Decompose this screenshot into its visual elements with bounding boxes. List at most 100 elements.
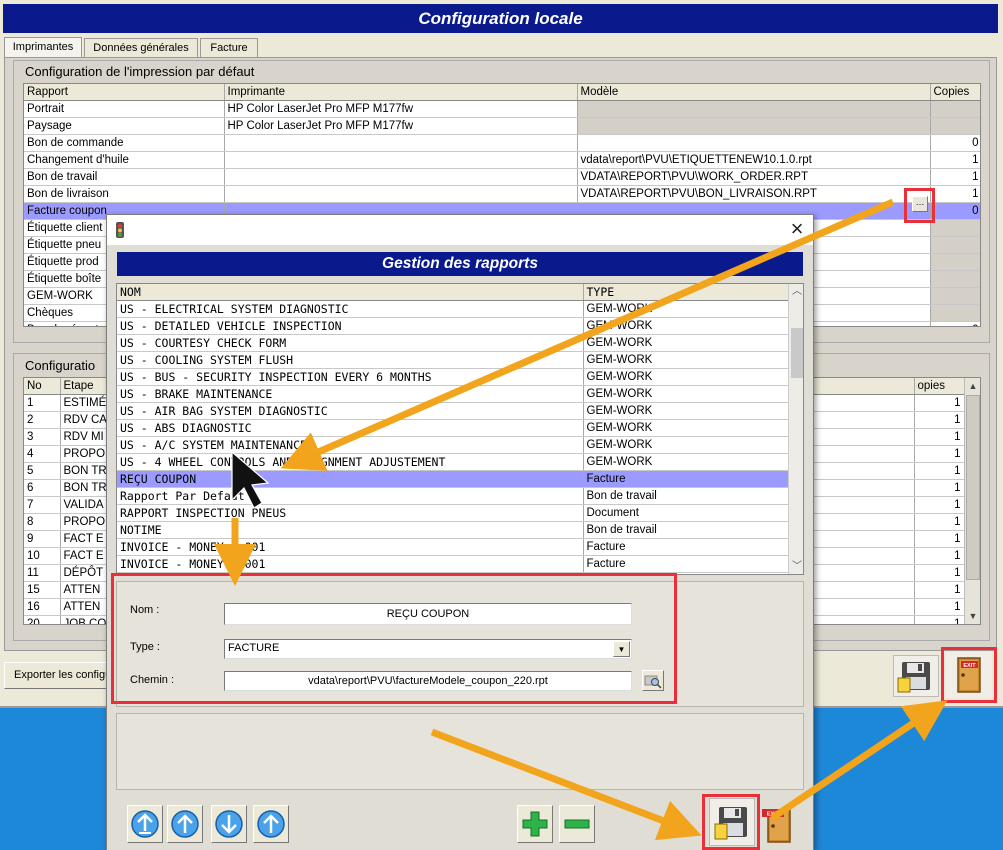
nav-last-button[interactable] (253, 805, 289, 843)
print-cell-report[interactable]: Paysage (24, 117, 225, 135)
print-row[interactable]: Paysage HP Color LaserJet Pro MFP M177fw (24, 117, 980, 135)
print-cell-copies[interactable] (930, 236, 980, 254)
report-list-item[interactable]: US - DETAILED VEHICLE INSPECTION GEM-WORK (117, 317, 789, 335)
print-row[interactable]: Changement d'huile vdata\report\PVU\ETIQU… (24, 151, 980, 169)
config-cell-no[interactable]: 10 (24, 547, 61, 565)
print-cell-printer[interactable]: HP Color LaserJet Pro MFP M177fw (224, 100, 578, 118)
config-cell-no[interactable]: 20 (24, 615, 61, 624)
report-list-item[interactable]: US - BRAKE MAINTENANCE GEM-WORK (117, 385, 789, 403)
print-cell-model[interactable] (577, 117, 931, 135)
print-cell-copies[interactable] (930, 219, 980, 237)
config-cell-no[interactable]: 15 (24, 581, 61, 599)
report-list-item[interactable]: US - COURTESY CHECK FORM GEM-WORK (117, 334, 789, 352)
config-cell-no[interactable]: 2 (24, 411, 61, 429)
scroll-down-arrow-icon[interactable]: ▼ (965, 608, 980, 624)
report-list-item[interactable]: INVOICE - MONEY - 001Facture (117, 538, 789, 556)
print-cell-copies[interactable]: 0 (930, 134, 980, 152)
print-cell-report[interactable]: Bon de livraison (24, 185, 225, 203)
config-cell-no[interactable]: 8 (24, 513, 61, 531)
print-cell-model[interactable]: VDATA\REPORT\PVU\WORK_ORDER.RPT (577, 168, 931, 186)
config-cell-copies[interactable]: 1 (914, 462, 965, 480)
print-cell-printer[interactable] (224, 151, 578, 169)
config-cell-no[interactable]: 6 (24, 479, 61, 497)
report-list-item[interactable]: US - 4 WHEEL CONTROLS AND ALIGNMENT ADJU… (117, 453, 789, 471)
print-cell-printer[interactable] (224, 185, 578, 203)
tab-imprimantes[interactable]: Imprimantes (4, 37, 82, 57)
config-cell-no[interactable]: 4 (24, 445, 61, 463)
print-cell-copies[interactable] (930, 253, 980, 271)
report-list-item[interactable]: Rapport Par Defaut Bon de travail (117, 487, 789, 505)
tab-donnees-generales[interactable]: Données générales (84, 38, 198, 57)
scroll-thumb[interactable] (966, 395, 980, 580)
print-cell-copies[interactable] (930, 287, 980, 305)
list-header-nom[interactable]: NOM (117, 284, 584, 301)
config-cell-copies[interactable]: 1 (914, 496, 965, 514)
print-cell-model[interactable]: vdata\report\PVU\ETIQUETTENEW10.1.0.rpt (577, 151, 931, 169)
report-list-item[interactable]: US - ELECTRICAL SYSTEM DIAGNOSTIC GEM-WOR… (117, 300, 789, 318)
config-cell-copies[interactable]: 1 (914, 615, 965, 624)
print-cell-printer[interactable] (224, 168, 578, 186)
config-cell-no[interactable]: 5 (24, 462, 61, 480)
col-header-copies[interactable]: Copies (930, 84, 980, 101)
print-row[interactable]: Bon de livraison VDATA\REPORT\PVU\BON_LIV… (24, 185, 980, 203)
scroll-thumb[interactable] (791, 328, 803, 378)
print-cell-printer[interactable] (224, 134, 578, 152)
col-header-rapport[interactable]: Rapport (24, 84, 225, 101)
report-list-item[interactable]: US - A/C SYSTEM MAINTENANCE GEM-WORK (117, 436, 789, 454)
config-cell-copies[interactable]: 1 (914, 581, 965, 599)
config-cell-copies[interactable]: 1 (914, 513, 965, 531)
scroll-up-chevron-icon[interactable]: ︿ (789, 284, 803, 300)
print-cell-copies[interactable]: 0 (930, 321, 980, 326)
print-cell-copies[interactable]: 1 (930, 151, 980, 169)
print-cell-report[interactable]: Portrait (24, 100, 225, 118)
config-cell-copies[interactable]: 1 (914, 598, 965, 616)
report-list[interactable]: NOM TYPE US - ELECTRICAL SYSTEM DIAGNOST… (116, 283, 804, 575)
report-list-item[interactable]: US - BUS - SECURITY INSPECTION EVERY 6 M… (117, 368, 789, 386)
print-cell-copies[interactable] (930, 117, 980, 135)
export-config-button[interactable]: Exporter les configu (4, 662, 108, 689)
config-cell-copies[interactable]: 1 (914, 530, 965, 548)
config-cell-copies[interactable]: 1 (914, 411, 965, 429)
add-report-button[interactable] (517, 805, 553, 843)
nav-next-button[interactable] (211, 805, 247, 843)
print-cell-copies[interactable] (930, 270, 980, 288)
report-list-item[interactable]: US - COOLING SYSTEM FLUSH GEM-WORK (117, 351, 789, 369)
report-list-item[interactable]: RAPPORT INSPECTION PNEUS Document (117, 504, 789, 522)
config-cell-copies[interactable]: 1 (914, 428, 965, 446)
print-cell-model[interactable] (577, 134, 931, 152)
print-cell-copies[interactable] (930, 100, 980, 118)
print-cell-report[interactable]: Bon de travail (24, 168, 225, 186)
print-row[interactable]: Bon de travail VDATA\REPORT\PVU\WORK_ORDE… (24, 168, 980, 186)
model-browse-ellipsis-button[interactable]: … (912, 196, 928, 212)
dialog-close-button[interactable]: × (785, 217, 809, 241)
print-cell-model[interactable] (577, 100, 931, 118)
dialog-exit-button[interactable]: EXIT (759, 805, 799, 847)
print-row[interactable]: Portrait HP Color LaserJet Pro MFP M177fw (24, 100, 980, 118)
config-cell-no[interactable]: 16 (24, 598, 61, 616)
print-cell-printer[interactable]: HP Color LaserJet Pro MFP M177fw (224, 117, 578, 135)
report-list-item[interactable]: INVOICE - MONEY - 001Facture (117, 555, 789, 573)
report-list-item[interactable]: REÇU COUPON Facture (117, 470, 789, 488)
col-header-copies[interactable]: opies (914, 378, 965, 395)
col-header-modele[interactable]: Modèle (577, 84, 931, 101)
scroll-down-chevron-icon[interactable]: ﹀ (789, 559, 803, 574)
config-cell-copies[interactable]: 1 (914, 445, 965, 463)
print-cell-model[interactable]: VDATA\REPORT\PVU\BON_LIVRAISON.RPT (577, 185, 931, 203)
config-vertical-scrollbar[interactable]: ▲ ▼ (964, 378, 980, 624)
print-cell-copies[interactable]: 1 (930, 185, 980, 203)
print-cell-report[interactable]: Changement d'huile (24, 151, 225, 169)
config-cell-copies[interactable]: 1 (914, 564, 965, 582)
config-cell-copies[interactable]: 1 (914, 394, 965, 412)
print-cell-report[interactable]: Bon de commande (24, 134, 225, 152)
config-cell-no[interactable]: 11 (24, 564, 61, 582)
config-cell-copies[interactable]: 1 (914, 479, 965, 497)
main-save-button[interactable] (893, 655, 939, 697)
nav-first-button[interactable] (127, 805, 163, 843)
list-header-type[interactable]: TYPE (583, 284, 789, 301)
config-cell-no[interactable]: 7 (24, 496, 61, 514)
print-cell-copies[interactable]: 0 (930, 202, 980, 220)
config-cell-copies[interactable]: 1 (914, 547, 965, 565)
nav-previous-button[interactable] (167, 805, 203, 843)
col-header-no[interactable]: No (24, 378, 61, 395)
col-header-imprimante[interactable]: Imprimante (224, 84, 578, 101)
